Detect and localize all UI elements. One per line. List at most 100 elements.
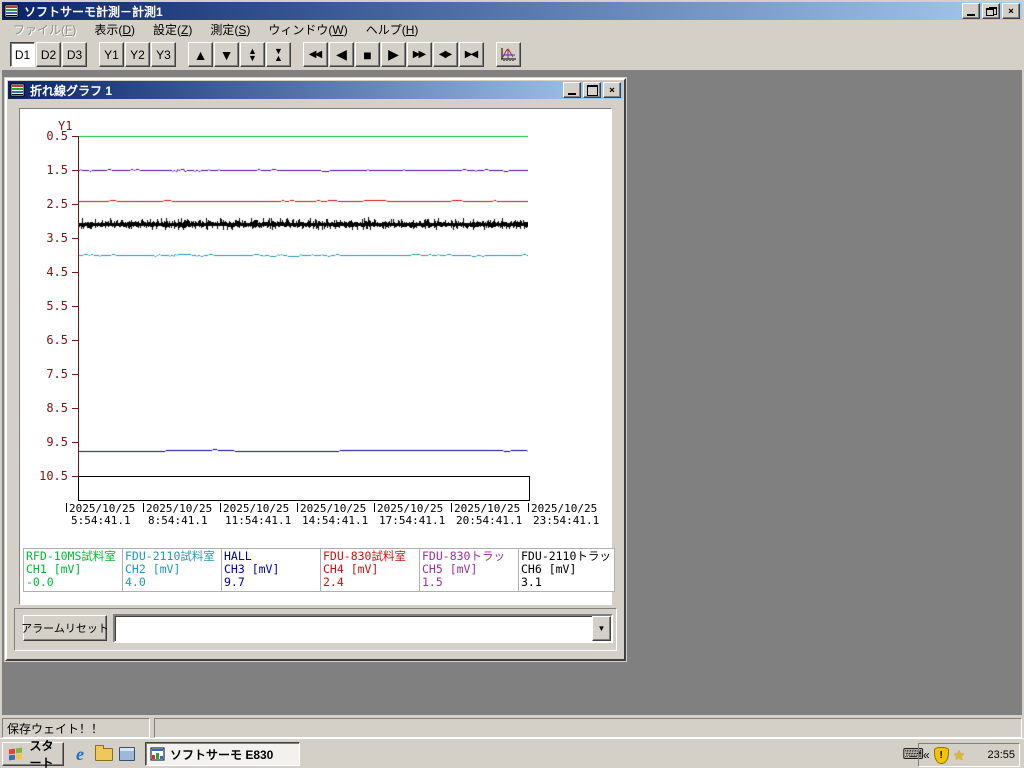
graph-settings-button[interactable] xyxy=(496,42,521,67)
y2-button[interactable]: Y2 xyxy=(125,42,150,67)
status-message: 保存ウェイト！！ xyxy=(2,718,150,738)
fast-rewind-button[interactable]: ◀◀ xyxy=(303,42,328,67)
display-buttons: D1 D2 D3 xyxy=(10,42,88,67)
menu-item: ファイル(F) xyxy=(13,23,77,37)
status-section-secondary xyxy=(154,718,1022,738)
graph-close-button[interactable]: × xyxy=(603,82,621,98)
graph-maximize-button[interactable] xyxy=(583,82,601,98)
system-tray: « ! ★ 23:55 xyxy=(918,743,1020,767)
scroll-up-button[interactable]: ▲ xyxy=(188,42,213,67)
alarm-combobox[interactable]: ▼ xyxy=(113,614,613,643)
graph-window-titlebar[interactable]: 折れ線グラフ 1 × xyxy=(8,81,623,99)
stop-button[interactable]: ■ xyxy=(355,42,380,67)
d3-button[interactable]: D3 xyxy=(62,42,87,67)
tray-collapse-chevron[interactable]: « xyxy=(923,748,930,762)
graph-window-title: 折れ線グラフ 1 xyxy=(30,83,113,98)
x-axis-tick xyxy=(451,503,452,512)
legend-channel-value: -0.0 xyxy=(26,575,54,589)
y-axis-tick-label: 5.5 xyxy=(46,299,68,313)
alarm-panel: アラームリセット ▼ xyxy=(14,608,617,651)
yaxis-buttons: Y1 Y2 Y3 xyxy=(99,42,177,67)
step-back-button[interactable]: ◀ xyxy=(329,42,354,67)
x-axis-tick-label: 2025/10/25 5:54:41.1 xyxy=(66,503,143,527)
close-icon: × xyxy=(608,84,616,96)
show-desktop-icon[interactable] xyxy=(117,744,137,764)
y-axis-tick-label: 8.5 xyxy=(46,401,68,415)
x-axis-tick xyxy=(374,503,375,512)
internet-explorer-icon[interactable]: e xyxy=(70,744,90,764)
app-icon xyxy=(4,4,20,18)
legend-cell-ch2: FDU-2110試料室 CH2 [mV] 4.0 xyxy=(123,549,222,591)
x-axis-tick xyxy=(297,503,298,512)
graph-window-body: Y1 0.5 1.5 2.5 3.5 4.5 5.5 6.5 7.5 8.5 9.5 10.5 20… xyxy=(7,100,624,659)
y1-button[interactable]: Y1 xyxy=(99,42,124,67)
x-axis-tick xyxy=(66,503,67,512)
close-button[interactable]: × xyxy=(1002,3,1020,19)
menu-item[interactable]: ヘルプ(H) xyxy=(357,19,428,40)
taskbar: スタート e ソフトサーモ E830 ⌨ « ! ★ 23:55 xyxy=(0,738,1024,768)
legend-channel-value: 3.1 xyxy=(521,575,542,589)
y-axis-tick-label: 2.5 xyxy=(46,197,68,211)
start-button[interactable]: スタート xyxy=(2,739,64,768)
restore-icon xyxy=(985,6,997,16)
d1-button[interactable]: D1 xyxy=(10,42,35,67)
x-axis-tick-label: 2025/10/25 8:54:41.1 xyxy=(143,503,220,527)
scroll-down-button[interactable]: ▼ xyxy=(214,42,239,67)
security-shield-icon[interactable]: ! xyxy=(933,746,949,764)
x-axis-tick xyxy=(528,503,529,512)
app-icon xyxy=(150,747,166,761)
combo-dropdown-button[interactable]: ▼ xyxy=(592,616,611,641)
menu-item[interactable]: ウィンドウ(W) xyxy=(259,19,356,40)
x-axis-tick-label: 2025/10/25 20:54:41.1 xyxy=(451,503,528,527)
compress-vertical-button[interactable]: ▼ ▲ xyxy=(266,42,291,67)
legend-cell-ch4: FDU-830試料室 CH4 [mV] 2.4 xyxy=(321,549,420,591)
y-axis-tick-label: 1.5 xyxy=(46,163,68,177)
status-bar: 保存ウェイト！！ xyxy=(2,716,1022,738)
graph-buttons xyxy=(496,42,522,67)
star-tray-icon[interactable]: ★ xyxy=(953,747,966,764)
mdi-area: 折れ線グラフ 1 × Y1 0.5 1.5 2.5 3.5 4.5 5.5 6.5 7.5 8.… xyxy=(2,71,1022,715)
toolbar: D1 D2 D3 Y1 Y2 Y3 ▲ ▼ ▲ ▼ ▼ ▲ ◀◀ ◀ ■ ▶ ▶▶ ◀▶ ▶◀ xyxy=(2,39,1022,71)
graph-minimize-button[interactable] xyxy=(563,82,581,98)
alarm-reset-button[interactable]: アラームリセット xyxy=(21,615,109,641)
legend-cell-ch5: FDU-830トラッ CH5 [mV] 1.5 xyxy=(420,549,519,591)
main-window-titlebar[interactable]: ソフトサーモ計測－計測1 × xyxy=(2,2,1022,20)
step-forward-button[interactable]: ▶ xyxy=(381,42,406,67)
legend-channel-value: 1.5 xyxy=(422,575,443,589)
maximize-icon xyxy=(586,84,598,96)
compress-horizontal-button[interactable]: ▶◀ xyxy=(459,42,484,67)
y3-button[interactable]: Y3 xyxy=(151,42,176,67)
folder-icon[interactable] xyxy=(94,744,114,764)
expand-vertical-button[interactable]: ▲ ▼ xyxy=(240,42,265,67)
menu-item[interactable]: 表示(D) xyxy=(85,19,144,40)
x-axis-tick xyxy=(220,503,221,512)
menu-item[interactable]: 測定(S) xyxy=(201,19,259,40)
window-title: ソフトサーモ計測－計測1 xyxy=(24,4,163,19)
taskbar-clock: 23:55 xyxy=(987,749,1015,761)
time-scroll-buttons: ◀◀ ◀ ■ ▶ ▶▶ ◀▶ ▶◀ xyxy=(303,42,485,67)
chevron-down-icon: ▼ xyxy=(597,624,606,633)
legend-channel-value: 4.0 xyxy=(125,575,146,589)
x-axis-tick xyxy=(143,503,144,512)
menu-item[interactable]: 設定(Z) xyxy=(144,19,201,40)
graph-window-icon xyxy=(10,83,26,97)
taskbar-item-softthermo[interactable]: ソフトサーモ E830 xyxy=(145,742,300,766)
windows-flag-icon xyxy=(9,747,23,761)
fast-forward-button[interactable]: ▶▶ xyxy=(407,42,432,67)
legend-channel-value: 9.7 xyxy=(224,575,245,589)
minimize-icon xyxy=(568,92,576,95)
legend-cell-ch3: HALL CH3 [mV] 9.7 xyxy=(222,549,321,591)
restore-button[interactable] xyxy=(982,3,1000,19)
menu-bar: ファイル(F) 表示(D) 設定(Z) 測定(S) ウィンドウ(W) ヘルプ(H) xyxy=(2,20,1022,39)
minimize-icon xyxy=(967,13,975,16)
legend-cell-ch6: FDU-2110トラッ CH6 [mV] 3.1 xyxy=(519,549,614,591)
minimize-button[interactable] xyxy=(962,3,980,19)
start-label: スタート xyxy=(29,739,54,768)
legend-cell-ch1: RFD-10MS試料室 CH1 [mV] -0.0 xyxy=(24,549,123,591)
d2-button[interactable]: D2 xyxy=(36,42,61,67)
chart-canvas[interactable] xyxy=(79,126,528,512)
x-axis-tick-label: 2025/10/25 11:54:41.1 xyxy=(220,503,297,527)
expand-horizontal-button[interactable]: ◀▶ xyxy=(433,42,458,67)
x-axis-tick-label: 2025/10/25 14:54:41.1 xyxy=(297,503,374,527)
close-icon: × xyxy=(1007,5,1015,17)
